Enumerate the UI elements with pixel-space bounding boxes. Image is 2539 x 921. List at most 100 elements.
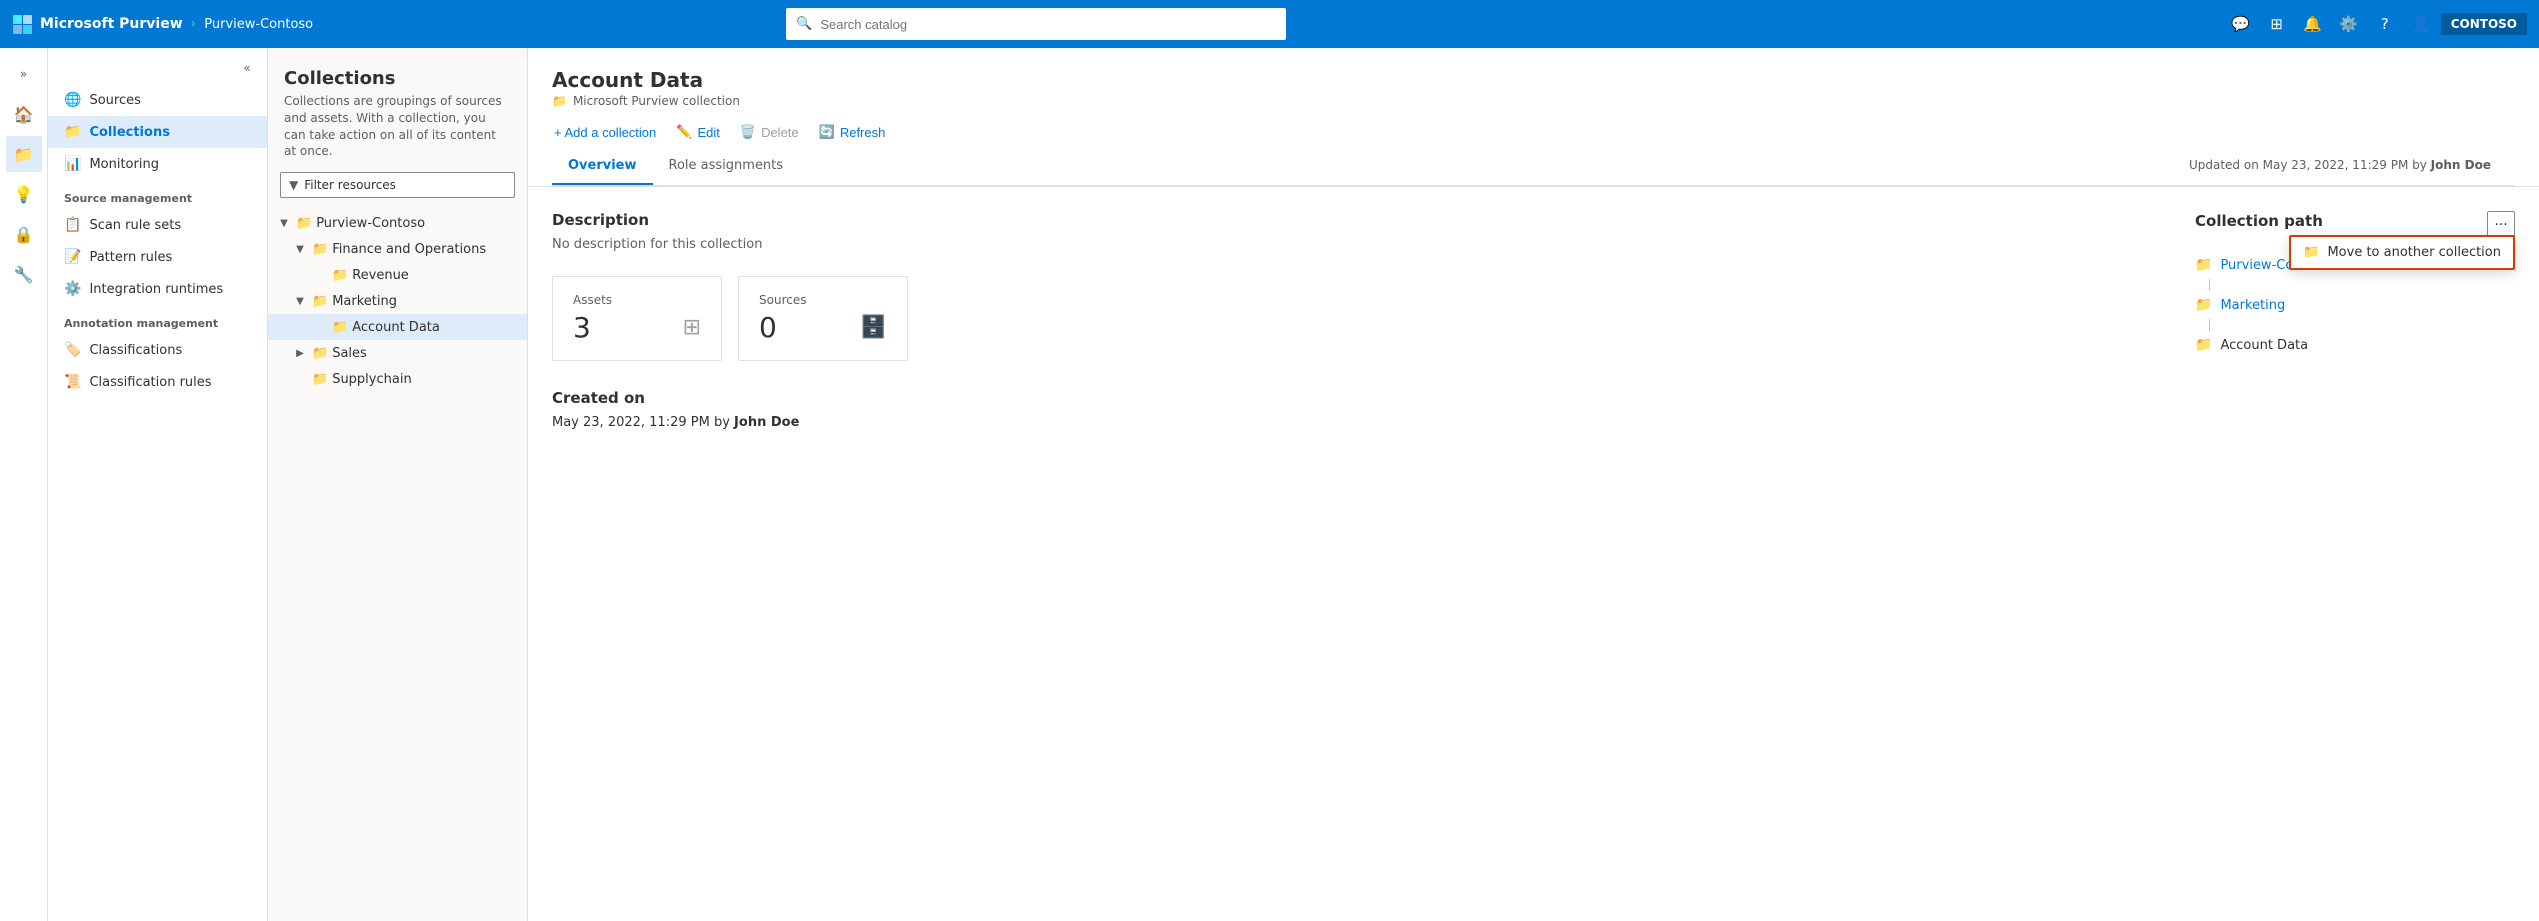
delete-icon: 🗑️ bbox=[740, 124, 756, 140]
expand-sidebar-button[interactable]: » bbox=[6, 56, 42, 92]
collection-path-title: Collection path bbox=[2195, 212, 2323, 230]
path-collection-icon: 📁 bbox=[2195, 257, 2212, 273]
path-collection-icon: 📁 bbox=[2195, 297, 2212, 313]
nav-item-classification-rules[interactable]: 📜 Classification rules bbox=[48, 366, 267, 398]
sources-nav-icon: 🌐 bbox=[64, 92, 81, 108]
sidebar-icon-catalog[interactable]: 📁 bbox=[6, 136, 42, 172]
collection-node-icon: 📁 bbox=[312, 372, 328, 387]
tree-panel-description: Collections are groupings of sources and… bbox=[284, 93, 511, 160]
top-navigation: Microsoft Purview › Purview-Contoso 🔍 💬 … bbox=[0, 0, 2539, 48]
tree-node-marketing[interactable]: ▼ 📁 Marketing bbox=[268, 288, 527, 314]
subtitle-text: Microsoft Purview collection bbox=[573, 94, 740, 108]
tree-panel-title: Collections bbox=[284, 68, 511, 89]
move-collection-icon: 📁 bbox=[2303, 245, 2319, 260]
assets-value: 3 bbox=[573, 311, 591, 344]
assets-stat-card[interactable]: Assets 3 ⊞ bbox=[552, 276, 722, 361]
scan-rule-sets-icon: 📋 bbox=[64, 217, 81, 233]
collections-nav-icon: 📁 bbox=[64, 124, 81, 140]
search-input[interactable] bbox=[786, 8, 1286, 40]
context-menu-item-move[interactable]: 📁 Move to another collection bbox=[2291, 237, 2513, 268]
nav-classification-rules-label: Classification rules bbox=[89, 375, 211, 390]
content-subtitle: 📁 Microsoft Purview collection bbox=[552, 94, 2515, 108]
filter-bar: ▼ Filter resources bbox=[268, 172, 527, 210]
help-icon[interactable]: ? bbox=[2369, 8, 2401, 40]
sidebar-icon-management[interactable]: 🔧 bbox=[6, 256, 42, 292]
collection-node-icon: 📁 bbox=[332, 268, 348, 283]
collection-node-icon: 📁 bbox=[332, 320, 348, 335]
nav-item-pattern-rules[interactable]: 📝 Pattern rules bbox=[48, 241, 267, 273]
content-title: Account Data bbox=[552, 68, 2515, 92]
sidebar-icon-insights[interactable]: 💡 bbox=[6, 176, 42, 212]
apps-icon[interactable]: ⊞ bbox=[2261, 8, 2293, 40]
collection-node-icon: 📁 bbox=[296, 216, 312, 231]
tree-node-label: Account Data bbox=[352, 320, 519, 335]
move-label: Move to another collection bbox=[2327, 245, 2501, 260]
chevron-right-icon: ▶ bbox=[292, 345, 308, 361]
nav-item-collections[interactable]: 📁 Collections bbox=[48, 116, 267, 148]
contoso-badge[interactable]: CONTOSO bbox=[2441, 13, 2527, 35]
left-navigation-panel: « 🌐 Sources 📁 Collections 📊 Monitoring S… bbox=[48, 48, 268, 921]
sidebar-icon-home[interactable]: 🏠 bbox=[6, 96, 42, 132]
sources-value: 0 bbox=[759, 311, 777, 344]
integration-runtimes-icon: ⚙️ bbox=[64, 281, 81, 297]
tree-node-revenue[interactable]: ▶ 📁 Revenue bbox=[268, 262, 527, 288]
path-collection-icon: 📁 bbox=[2195, 337, 2212, 353]
created-date: May 23, 2022, 11:29 PM by bbox=[552, 415, 730, 430]
profile-icon[interactable]: 👤 bbox=[2405, 8, 2437, 40]
nav-pattern-rules-label: Pattern rules bbox=[89, 250, 172, 265]
filter-resources-button[interactable]: ▼ Filter resources bbox=[280, 172, 515, 198]
tab-overview[interactable]: Overview bbox=[552, 148, 653, 185]
app-body: » 🏠 📁 💡 🔒 🔧 « 🌐 Sources 📁 Collections 📊 … bbox=[0, 48, 2539, 921]
path-label-marketing[interactable]: Marketing bbox=[2220, 298, 2285, 313]
nav-monitoring-label: Monitoring bbox=[89, 157, 159, 172]
classifications-icon: 🏷️ bbox=[64, 342, 81, 358]
tree-panel-header: Collections Collections are groupings of… bbox=[268, 48, 527, 172]
nav-item-monitoring[interactable]: 📊 Monitoring bbox=[48, 148, 267, 180]
collapse-nav-button[interactable]: « bbox=[235, 56, 259, 80]
chevron-down-icon: ▼ bbox=[292, 293, 308, 309]
path-label-account-data: Account Data bbox=[2220, 338, 2308, 353]
sidebar-icon-policy[interactable]: 🔒 bbox=[6, 216, 42, 252]
tree-node-account-data[interactable]: ▶ 📁 Account Data bbox=[268, 314, 527, 340]
sources-db-icon: 🗄️ bbox=[860, 315, 887, 340]
classification-rules-icon: 📜 bbox=[64, 374, 81, 390]
source-management-section-label: Source management bbox=[48, 180, 267, 209]
tree-node-finance-and-operations[interactable]: ▼ 📁 Finance and Operations bbox=[268, 236, 527, 262]
nav-integration-runtimes-label: Integration runtimes bbox=[89, 282, 223, 297]
tree-node-supplychain[interactable]: ▶ 📁 Supplychain bbox=[268, 366, 527, 392]
tree-node-purview-contoso[interactable]: ▼ 📁 Purview-Contoso bbox=[268, 210, 527, 236]
feedback-icon[interactable]: 💬 bbox=[2225, 8, 2257, 40]
content-column-left: Description No description for this coll… bbox=[552, 211, 2147, 430]
brand-logo[interactable]: Microsoft Purview › Purview-Contoso bbox=[12, 14, 313, 34]
settings-icon[interactable]: ⚙️ bbox=[2333, 8, 2365, 40]
collection-node-icon: 📁 bbox=[312, 294, 328, 309]
nav-item-sources[interactable]: 🌐 Sources bbox=[48, 84, 267, 116]
left-nav-header: « bbox=[48, 48, 267, 84]
edit-icon: ✏️ bbox=[676, 124, 692, 140]
brand-separator: › bbox=[191, 16, 197, 32]
nav-item-scan-rule-sets[interactable]: 📋 Scan rule sets bbox=[48, 209, 267, 241]
add-collection-button[interactable]: + Add a collection bbox=[552, 121, 658, 144]
content-column-right: Collection path ··· 📁 Purview-Conto... 📁… bbox=[2195, 211, 2515, 430]
tree-node-label: Revenue bbox=[352, 268, 519, 283]
nav-item-integration-runtimes[interactable]: ⚙️ Integration runtimes bbox=[48, 273, 267, 305]
description-section-title: Description bbox=[552, 211, 2147, 229]
content-header: Account Data 📁 Microsoft Purview collect… bbox=[528, 48, 2539, 187]
nav-collections-label: Collections bbox=[89, 125, 170, 140]
nav-item-classifications[interactable]: 🏷️ Classifications bbox=[48, 334, 267, 366]
refresh-button[interactable]: 🔄 Refresh bbox=[817, 120, 888, 144]
chevron-down-icon: ▼ bbox=[276, 215, 292, 231]
icon-sidebar: » 🏠 📁 💡 🔒 🔧 bbox=[0, 48, 48, 921]
collection-node-icon: 📁 bbox=[312, 346, 328, 361]
edit-button[interactable]: ✏️ Edit bbox=[674, 120, 722, 144]
created-section: Created on May 23, 2022, 11:29 PM by Joh… bbox=[552, 389, 2147, 430]
tabs-bar: Overview Role assignments bbox=[552, 148, 799, 185]
path-item-marketing: 📁 Marketing bbox=[2195, 291, 2515, 319]
sources-stat-card[interactable]: Sources 0 🗄️ bbox=[738, 276, 908, 361]
tree-node-label: Purview-Contoso bbox=[316, 216, 519, 231]
delete-button[interactable]: 🗑️ Delete bbox=[738, 120, 801, 144]
tree-node-sales[interactable]: ▶ 📁 Sales bbox=[268, 340, 527, 366]
notification-icon[interactable]: 🔔 bbox=[2297, 8, 2329, 40]
edit-label: Edit bbox=[697, 125, 719, 140]
tab-role-assignments[interactable]: Role assignments bbox=[653, 148, 800, 185]
